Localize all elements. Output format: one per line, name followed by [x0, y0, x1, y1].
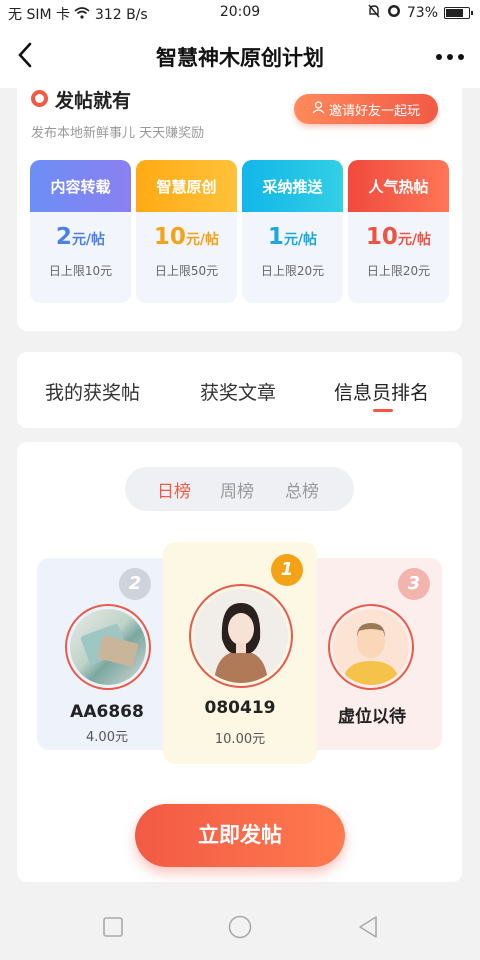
tile-title: 智慧原创	[136, 160, 237, 212]
battery-percent: 73%	[406, 5, 438, 21]
alarm-icon	[387, 4, 401, 22]
rank-badge-1: 1	[271, 554, 303, 586]
promo-heading: 发帖就有	[55, 90, 132, 112]
ranker-reward: 10.00元	[214, 732, 266, 747]
rank-badge-3: 3	[398, 568, 430, 600]
amount-unit: 元/帖	[397, 232, 432, 248]
bullet-dot-icon	[31, 90, 48, 107]
battery-icon	[444, 7, 473, 19]
invite-friends-button[interactable]: 邀请好友一起玩	[294, 94, 438, 124]
rank-card-third[interactable]: 3 虚位以待	[302, 558, 442, 750]
tile-limit: 日上限20元	[366, 264, 431, 278]
promo-subtitle: 发布本地新鲜事儿 天天赚奖励	[31, 126, 205, 141]
tab-winning-articles[interactable]: 获奖文章	[200, 378, 276, 405]
ranker-name: 虚位以待	[338, 707, 406, 727]
reward-tile-hot[interactable]: 人气热帖 10元/帖 日上限20元	[348, 160, 449, 303]
amount-number: 1	[267, 224, 284, 250]
bell-mute-icon	[367, 4, 381, 22]
tile-limit: 日上限20元	[260, 264, 325, 278]
amount-number: 2	[55, 224, 72, 250]
tile-amount: 10元/帖	[136, 224, 237, 250]
avatar	[189, 584, 293, 688]
tile-limit: 日上限50元	[154, 264, 219, 278]
system-nav-bar	[0, 897, 480, 960]
segment-daily[interactable]: 日榜	[157, 477, 191, 502]
back-triangle-icon[interactable]	[357, 915, 379, 943]
amount-unit: 元/帖	[71, 232, 106, 248]
more-options-icon[interactable]	[436, 54, 464, 60]
amount-number: 10	[365, 224, 398, 250]
ranker-reward: 4.00元	[86, 730, 128, 745]
tile-amount: 1元/帖	[242, 224, 343, 250]
reward-tile-repost[interactable]: 内容转载 2元/帖 日上限10元	[30, 160, 131, 303]
status-right: 73%	[367, 4, 473, 22]
home-icon[interactable]	[228, 915, 252, 943]
ranker-name: 080419	[204, 698, 276, 718]
tile-title: 采纳推送	[242, 160, 343, 212]
tile-limit: 日上限10元	[48, 264, 113, 278]
tab-bar: 我的获奖帖 获奖文章 信息员排名	[17, 352, 462, 428]
ranking-card: 日榜 周榜 总榜 2 AA6868 4.00元 3 虚位以待 1 080419 …	[17, 442, 462, 882]
rank-badge-2: 2	[119, 568, 151, 600]
reward-tiles: 内容转载 2元/帖 日上限10元 智慧原创 10元/帖 日上限50元 采纳推送 …	[30, 160, 450, 303]
post-now-button[interactable]: 立即发帖	[135, 804, 345, 867]
tile-title: 内容转载	[30, 160, 131, 212]
tile-title: 人气热帖	[348, 160, 449, 212]
segment-total[interactable]: 总榜	[285, 477, 319, 502]
page-title: 智慧神木原创计划	[156, 46, 324, 70]
segment-weekly[interactable]: 周榜	[220, 477, 254, 502]
tab-my-winning-posts[interactable]: 我的获奖帖	[45, 378, 140, 405]
amount-number: 10	[153, 224, 186, 250]
active-tab-indicator	[373, 409, 393, 412]
reward-tile-adopted[interactable]: 采纳推送 1元/帖 日上限20元	[242, 160, 343, 303]
amount-unit: 元/帖	[283, 232, 318, 248]
rank-card-first[interactable]: 1 080419 10.00元	[163, 542, 317, 764]
person-icon	[312, 100, 325, 118]
tile-amount: 10元/帖	[348, 224, 449, 250]
rank-card-second[interactable]: 2 AA6868 4.00元	[37, 558, 177, 750]
amount-unit: 元/帖	[185, 232, 220, 248]
recent-apps-icon[interactable]	[103, 917, 123, 941]
invite-label: 邀请好友一起玩	[328, 103, 420, 119]
promo-card: 发帖就有 发布本地新鲜事儿 天天赚奖励 邀请好友一起玩 内容转载 2元/帖 日上…	[17, 84, 462, 331]
tile-amount: 2元/帖	[30, 224, 131, 250]
period-segmented-control: 日榜 周榜 总榜	[125, 467, 354, 511]
avatar	[65, 604, 151, 690]
top-navbar: 智慧神木原创计划	[0, 26, 480, 88]
tab-informant-ranking[interactable]: 信息员排名	[334, 378, 429, 405]
ranker-name: AA6868	[70, 702, 144, 722]
placeholder-avatar-icon	[328, 604, 414, 690]
status-bar: 无 SIM 卡 312 B/s 20:09 73%	[0, 0, 480, 26]
reward-tile-original[interactable]: 智慧原创 10元/帖 日上限50元	[136, 160, 237, 303]
